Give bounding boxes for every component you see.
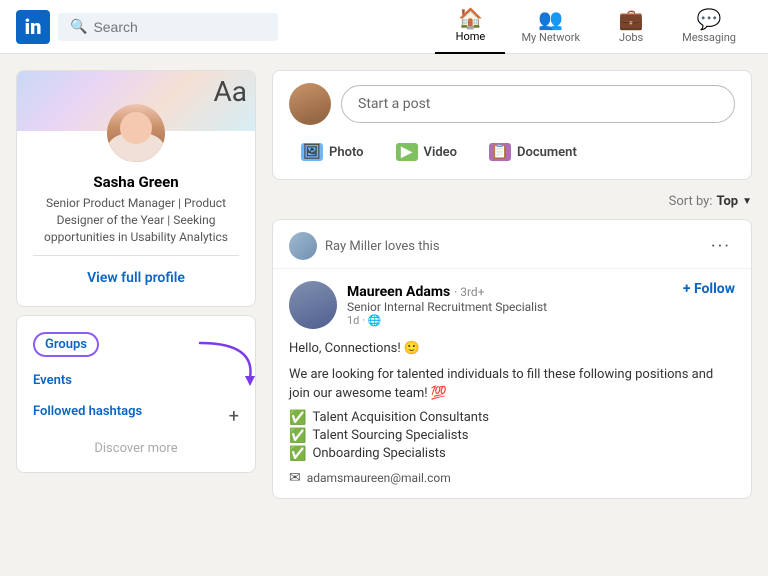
nav-label-network: My Network (521, 31, 580, 44)
search-bar[interactable]: 🔍 (58, 13, 278, 41)
avatar-image (289, 83, 331, 125)
document-label: Document (517, 145, 577, 160)
groups-link[interactable]: Groups (33, 332, 99, 357)
main-layout: Aa Sasha Green Senior Product Manager | … (0, 54, 768, 515)
feed-card-header: Ray Miller loves this ··· (273, 220, 751, 269)
main-nav: 🏠 Home 👥 My Network 💼 Jobs 💬 Messaging (435, 0, 752, 54)
activity-row: Ray Miller loves this (289, 232, 440, 260)
linkedin-logo[interactable]: in (16, 10, 50, 44)
jobs-icon: 💼 (619, 9, 644, 29)
author-connection-badge: · 3rd+ (454, 285, 484, 299)
sort-value[interactable]: Top (716, 194, 738, 209)
check-icon-1: ✅ (289, 410, 306, 426)
search-input[interactable] (93, 19, 253, 35)
profile-info: Sasha Green Senior Product Manager | Pro… (17, 173, 255, 306)
followed-hashtags-link[interactable]: Followed hashtags (17, 396, 255, 427)
photo-icon: 🖼 (301, 143, 323, 161)
list-item-2: ✅ Talent Sourcing Specialists (289, 428, 735, 444)
sort-label: Sort by: (669, 194, 713, 209)
post-user-avatar (289, 83, 331, 125)
activity-text: Ray Miller loves this (325, 239, 440, 254)
sort-dropdown-icon[interactable]: ▼ (742, 196, 752, 207)
profile-title: Senior Product Manager | Product Designe… (33, 195, 239, 245)
follow-button[interactable]: + Follow (683, 281, 735, 297)
photo-action-button[interactable]: 🖼 Photo (289, 137, 376, 167)
reaction-user-avatar (289, 232, 317, 260)
divider (33, 255, 239, 256)
network-icon: 👥 (538, 9, 563, 29)
nav-item-home[interactable]: 🏠 Home (435, 0, 505, 54)
author-info: Maureen Adams · 3rd+ Senior Internal Rec… (347, 281, 673, 327)
events-link[interactable]: Events (17, 365, 255, 396)
author-title: Senior Internal Recruitment Specialist (347, 300, 673, 314)
groups-row: Groups (17, 324, 255, 365)
feed: Start a post 🖼 Photo ▶ Video 📋 Document … (272, 70, 752, 499)
check-icon-2: ✅ (289, 428, 306, 444)
post-body: We are looking for talented individuals … (289, 365, 735, 404)
document-action-button[interactable]: 📋 Document (477, 137, 589, 167)
profile-card: Aa Sasha Green Senior Product Manager | … (16, 70, 256, 307)
messaging-icon: 💬 (697, 9, 722, 29)
post-author-row: Maureen Adams · 3rd+ Senior Internal Rec… (289, 281, 735, 329)
nav-item-jobs[interactable]: 💼 Jobs (596, 0, 666, 54)
document-icon: 📋 (489, 143, 511, 161)
more-options-button[interactable]: ··· (707, 236, 735, 257)
start-post-input[interactable]: Start a post (341, 85, 735, 123)
feed-card: Ray Miller loves this ··· Maureen Adams … (272, 219, 752, 499)
nav-label-messaging: Messaging (682, 31, 736, 44)
nav-label-jobs: Jobs (619, 31, 643, 44)
author-name[interactable]: Maureen Adams (347, 284, 450, 300)
video-action-button[interactable]: ▶ Video (384, 137, 470, 167)
sort-row: Sort by: Top ▼ (272, 188, 752, 211)
header: in 🔍 🏠 Home 👥 My Network 💼 Jobs 💬 Messag… (0, 0, 768, 54)
video-label: Video (424, 145, 458, 160)
search-icon: 🔍 (70, 19, 87, 35)
post-list: ✅ Talent Acquisition Consultants ✅ Talen… (289, 410, 735, 462)
video-icon: ▶ (396, 143, 418, 161)
sidebar-links: Groups Events Followed hashtags + Discov… (16, 315, 256, 473)
home-icon: 🏠 (458, 8, 483, 28)
post-input-row: Start a post (289, 83, 735, 125)
list-item-label-2: Talent Sourcing Specialists (312, 428, 468, 443)
discover-more-link[interactable]: Discover more (17, 435, 255, 464)
nav-item-network[interactable]: 👥 My Network (505, 0, 596, 54)
profile-name: Sasha Green (33, 173, 239, 191)
author-avatar (289, 281, 337, 329)
view-full-profile-button[interactable]: View full profile (33, 266, 239, 294)
photo-label: Photo (329, 145, 364, 160)
post-actions: 🖼 Photo ▶ Video 📋 Document (289, 137, 735, 167)
author-avatar-image (289, 281, 337, 329)
list-item-1: ✅ Talent Acquisition Consultants (289, 410, 735, 426)
email-row: ✉ adamsmaureen@mail.com (289, 470, 735, 486)
add-sidebar-item-button[interactable]: + (229, 406, 239, 427)
author-meta: 1d · 🌐 (347, 314, 673, 327)
email-address[interactable]: adamsmaureen@mail.com (307, 471, 451, 485)
email-icon: ✉ (289, 470, 301, 486)
post-greeting: Hello, Connections! 🙂 (289, 339, 735, 359)
banner-decoration: Aa (214, 75, 248, 108)
list-item-3: ✅ Onboarding Specialists (289, 446, 735, 462)
sidebar: Aa Sasha Green Senior Product Manager | … (16, 70, 256, 499)
feed-card-body: Maureen Adams · 3rd+ Senior Internal Rec… (273, 269, 751, 498)
author-name-row: Maureen Adams · 3rd+ (347, 281, 673, 300)
nav-label-home: Home (456, 30, 486, 43)
post-box: Start a post 🖼 Photo ▶ Video 📋 Document (272, 70, 752, 180)
check-icon-3: ✅ (289, 446, 306, 462)
nav-item-messaging[interactable]: 💬 Messaging (666, 0, 752, 54)
list-item-label-1: Talent Acquisition Consultants (312, 410, 488, 425)
list-item-label-3: Onboarding Specialists (312, 446, 445, 461)
